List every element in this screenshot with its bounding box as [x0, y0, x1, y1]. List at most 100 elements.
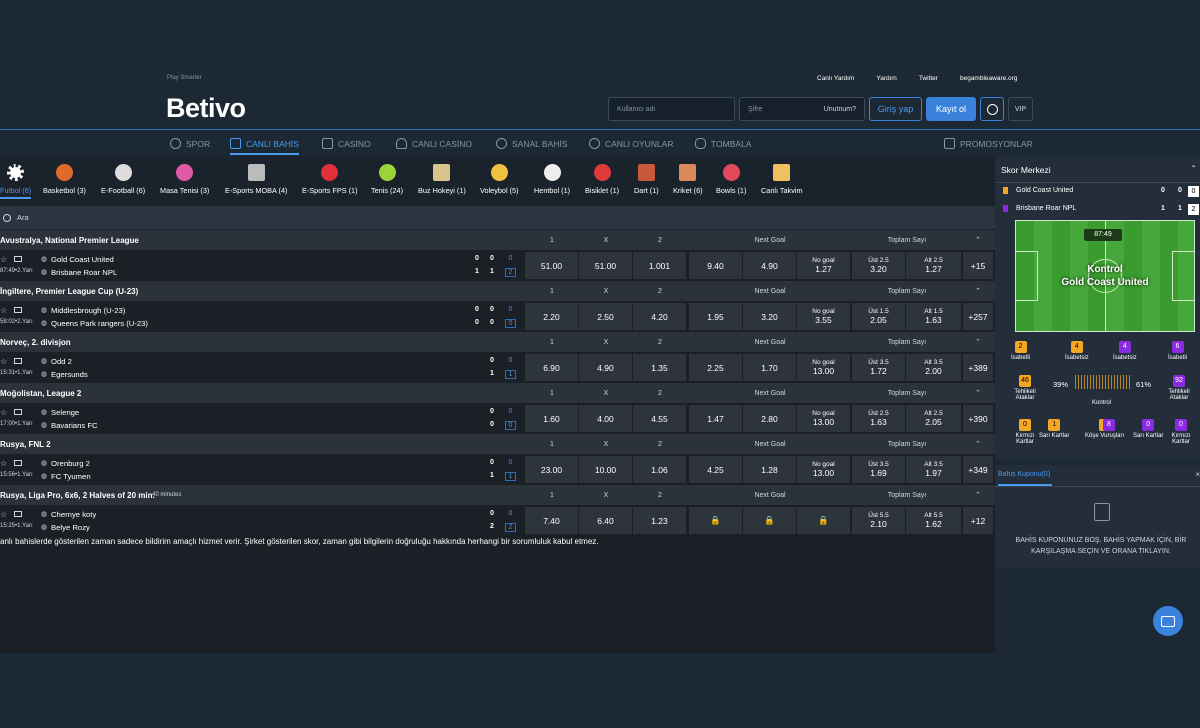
- sport-esports-moba[interactable]: E-Sports MOBA (4): [225, 164, 287, 195]
- match-row[interactable]: ☆ 15:31•1.Yarı ◍ Odd 2 ◍ Egersunds 0 0 1 1 6.90 4.9…: [0, 352, 995, 383]
- odd-1[interactable]: 51.00: [525, 252, 578, 279]
- home-team[interactable]: Chernye koty: [51, 510, 96, 519]
- close-icon[interactable]: ×: [1195, 470, 1200, 479]
- next-goal-none[interactable]: No goal 13.00: [797, 456, 850, 483]
- odd-1[interactable]: 7.40: [525, 507, 578, 534]
- odd-2[interactable]: 1.23: [633, 507, 686, 534]
- match-row[interactable]: ☆ 15:56•1.Yarı ◍ Orenburg 2 ◍ FC Tyumen 0 0 1 1 23…: [0, 454, 995, 485]
- sport-football[interactable]: Futbol (6): [0, 164, 32, 199]
- password-input[interactable]: Şifre Unutnum?: [739, 97, 865, 121]
- nav-promotions[interactable]: PROMOSYONLAR: [944, 138, 1033, 149]
- favorite-star-icon[interactable]: ☆: [0, 255, 7, 264]
- nav-virtual-betting[interactable]: SANAL BAHİS: [496, 138, 567, 149]
- total-over[interactable]: Üst 5.5 2.10: [852, 507, 905, 534]
- total-under[interactable]: Alt 2.5 2.05: [906, 405, 961, 432]
- search-bar[interactable]: Ara: [0, 206, 995, 229]
- odd-2[interactable]: 4.55: [633, 405, 686, 432]
- next-goal-home[interactable]: 4.25: [689, 456, 742, 483]
- username-input[interactable]: Kullanıcı adı: [608, 97, 735, 121]
- odd-1[interactable]: 6.90: [525, 354, 578, 381]
- league-header[interactable]: Norveç, 2. divisjon 1 X 2 Next Goal Toplam Sa…: [0, 332, 995, 352]
- chat-button[interactable]: [1153, 606, 1183, 636]
- next-goal-home[interactable]: 9.40: [689, 252, 742, 279]
- match-row[interactable]: ☆ 17:00•1.Yarı ◍ Selenge ◍ Bavarians FC 0 0 0 0 1.…: [0, 403, 995, 434]
- chevron-up-icon[interactable]: ⌃: [963, 236, 993, 244]
- league-header[interactable]: Avustralya, National Premier League 1 X 2 Ne…: [0, 230, 995, 250]
- chevron-up-icon[interactable]: ⌃: [963, 338, 993, 346]
- next-goal-away[interactable]: 2.80: [743, 405, 796, 432]
- next-goal-home[interactable]: 1.95: [689, 303, 742, 330]
- favorite-star-icon[interactable]: ☆: [0, 306, 7, 315]
- sport-efootball[interactable]: E-Football (6): [101, 164, 145, 195]
- home-team[interactable]: Gold Coast United: [51, 255, 114, 264]
- chevron-up-icon[interactable]: ⌃: [963, 440, 993, 448]
- home-team[interactable]: Odd 2: [51, 357, 72, 366]
- vip-button[interactable]: VIP: [1008, 97, 1033, 121]
- nav-live-casino[interactable]: CANLI CASİNO: [396, 138, 472, 149]
- chevron-up-icon[interactable]: ⌃: [963, 287, 993, 295]
- stats-icon[interactable]: [14, 307, 22, 313]
- away-team[interactable]: Egersunds: [51, 370, 88, 379]
- league-header[interactable]: Moğolistan, League 2 1 X 2 Next Goal Toplam S…: [0, 383, 995, 403]
- stats-icon[interactable]: [14, 460, 22, 466]
- odd-1[interactable]: 23.00: [525, 456, 578, 483]
- sport-bowls[interactable]: Bowls (1): [716, 164, 746, 195]
- match-row[interactable]: ☆ 15:25•1.Yarı ◍ Chernye koty ◍ Belye Rozy 0 0 2…: [0, 505, 995, 536]
- next-goal-none[interactable]: No goal 13.00: [797, 354, 850, 381]
- odd-x[interactable]: 4.90: [579, 354, 632, 381]
- total-over[interactable]: Üst 3.5 1.72: [852, 354, 905, 381]
- home-team[interactable]: Middlesbrough (U-23): [51, 306, 125, 315]
- bet-slip-tab[interactable]: Bahis Kuponu(0): [998, 471, 1052, 486]
- home-team[interactable]: Selenge: [51, 408, 79, 417]
- nav-sport[interactable]: SPOR: [170, 138, 210, 149]
- link-help[interactable]: Yardım: [876, 75, 896, 82]
- next-goal-none[interactable]: No goal 13.00: [797, 405, 850, 432]
- odd-1[interactable]: 1.60: [525, 405, 578, 432]
- sport-esports-fps[interactable]: E-Sports FPS (1): [302, 164, 358, 195]
- odd-2[interactable]: 1.35: [633, 354, 686, 381]
- more-markets-button[interactable]: +389: [963, 354, 993, 381]
- sport-tennis[interactable]: Tenis (24): [371, 164, 403, 195]
- link-twitter[interactable]: Twitter: [919, 75, 938, 82]
- nav-live-games[interactable]: CANLI OYUNLAR: [589, 138, 674, 149]
- nav-live-betting[interactable]: CANLI BAHİS: [230, 138, 299, 155]
- link-begambleaware[interactable]: begambleaware.org: [960, 75, 1017, 82]
- more-markets-button[interactable]: +349: [963, 456, 993, 483]
- next-goal-home[interactable]: 1.47: [689, 405, 742, 432]
- sport-cricket[interactable]: Kriket (6): [673, 164, 703, 195]
- stats-icon[interactable]: [14, 409, 22, 415]
- register-button[interactable]: Kayıt ol: [926, 97, 976, 121]
- stats-icon[interactable]: [14, 511, 22, 517]
- whatsapp-button[interactable]: [980, 97, 1004, 121]
- login-button[interactable]: Giriş yap: [869, 97, 922, 121]
- home-team[interactable]: Orenburg 2: [51, 459, 90, 468]
- odd-1[interactable]: 2.20: [525, 303, 578, 330]
- more-markets-button[interactable]: +257: [963, 303, 993, 330]
- stats-icon[interactable]: [14, 358, 22, 364]
- next-goal-away[interactable]: 1.70: [743, 354, 796, 381]
- total-under[interactable]: Alt 3.5 2.00: [906, 354, 961, 381]
- sport-volleyball[interactable]: Voleybol (5): [480, 164, 519, 195]
- league-header[interactable]: İngiltere, Premier League Cup (U-23) 1 X 2 N…: [0, 281, 995, 301]
- logo[interactable]: Betivo: [166, 93, 246, 124]
- sport-live-calendar[interactable]: Canlı Takvim: [761, 164, 803, 195]
- match-row[interactable]: ☆ 58:02•2.Yarı ◍ Middlesbrough (U-23) ◍ Queen…: [0, 301, 995, 332]
- odd-2[interactable]: 1.06: [633, 456, 686, 483]
- away-team[interactable]: Brisbane Roar NPL: [51, 268, 117, 277]
- more-markets-button[interactable]: +390: [963, 405, 993, 432]
- nav-casino[interactable]: CASİNO: [322, 138, 371, 149]
- nav-tombala[interactable]: TOMBALA: [695, 138, 751, 149]
- away-team[interactable]: Bavarians FC: [51, 421, 98, 430]
- collapse-icon[interactable]: ⌃: [1190, 164, 1197, 173]
- favorite-star-icon[interactable]: ☆: [0, 459, 7, 468]
- forgot-link[interactable]: Unutnum?: [824, 106, 856, 113]
- total-over[interactable]: Üst 1.5 2.05: [852, 303, 905, 330]
- sport-ice-hockey[interactable]: Buz Hokeyi (1): [418, 164, 466, 195]
- total-under[interactable]: Alt 5.5 1.62: [906, 507, 961, 534]
- total-under[interactable]: Alt 2.5 1.27: [906, 252, 961, 279]
- next-goal-away[interactable]: 3.20: [743, 303, 796, 330]
- total-over[interactable]: Üst 2.5 1.63: [852, 405, 905, 432]
- odd-x[interactable]: 10.00: [579, 456, 632, 483]
- sport-basketball[interactable]: Basketbol (3): [43, 164, 86, 195]
- more-markets-button[interactable]: +15: [963, 252, 993, 279]
